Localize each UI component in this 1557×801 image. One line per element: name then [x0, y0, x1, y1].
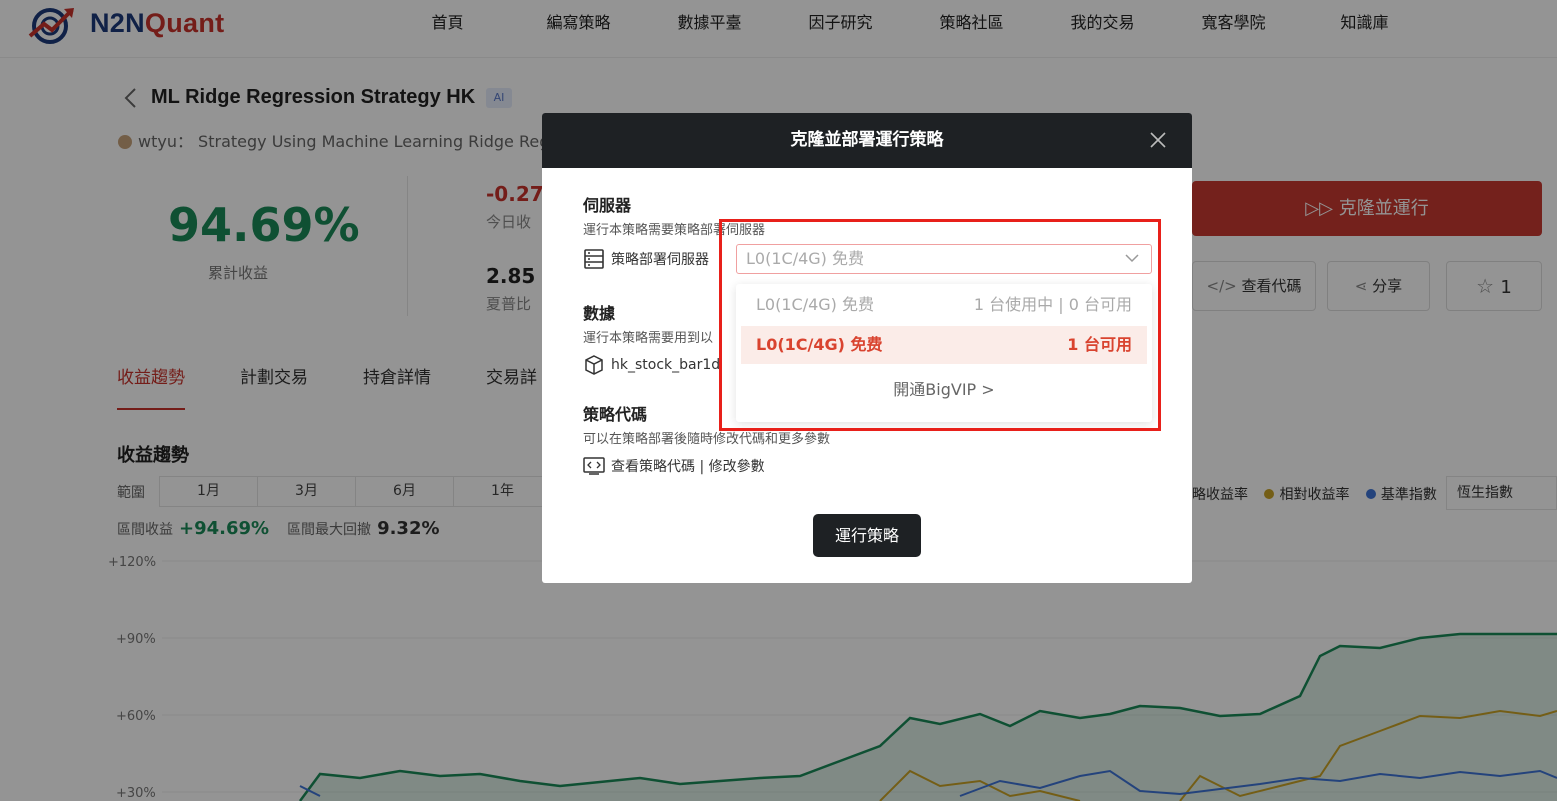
code-section-title: 策略代碼 [583, 405, 648, 424]
server-row: 策略部署伺服器 [583, 249, 709, 269]
data-item-name: hk_stock_bar1d [611, 357, 721, 373]
view-edit-code-link[interactable]: 查看策略代碼 | 修改參數 [611, 456, 765, 476]
code-window-icon [583, 457, 605, 475]
close-icon[interactable] [1150, 132, 1166, 148]
server-section-title: 伺服器 [583, 196, 632, 215]
modal-title: 克隆並部署運行策略 [790, 130, 944, 150]
cube-icon [585, 355, 603, 375]
server-icon [584, 249, 604, 269]
data-item-row: hk_stock_bar1d [583, 354, 720, 376]
data-section-title: 數據 [583, 304, 616, 323]
data-section-desc: 運行本策略需要用到以 [583, 331, 714, 346]
server-row-label: 策略部署伺服器 [611, 252, 709, 268]
code-link-row[interactable]: 查看策略代碼 | 修改參數 [583, 456, 765, 476]
run-strategy-button[interactable]: 運行策略 [813, 514, 921, 557]
modal-header: 克隆並部署運行策略 [542, 113, 1192, 168]
highlight-box [719, 219, 1161, 431]
